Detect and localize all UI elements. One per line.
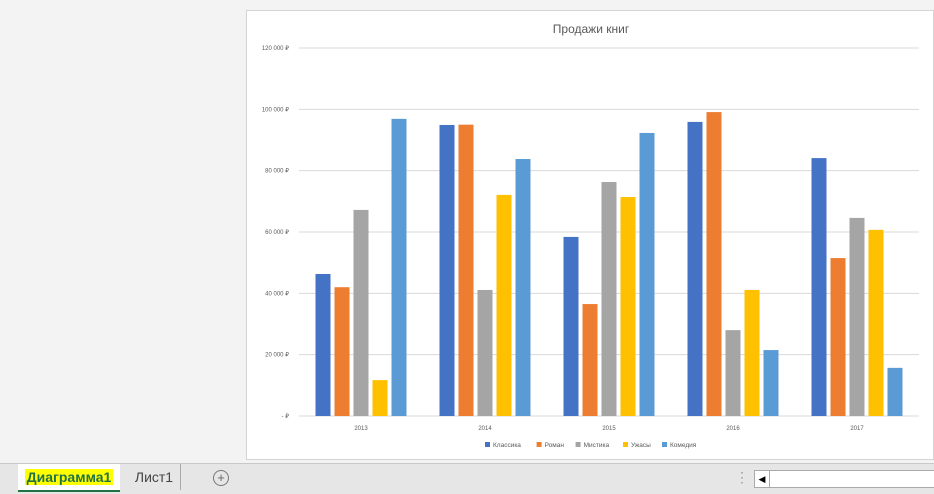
bar-Ужасы-2013 bbox=[372, 380, 388, 416]
y-tick-label: 60 000 ₽ bbox=[265, 229, 289, 236]
legend-label: Классика bbox=[493, 442, 521, 449]
legend-swatch bbox=[575, 442, 581, 447]
bar-Комедия-2015 bbox=[639, 132, 655, 416]
tab-diagramma1[interactable]: Диаграмма1 bbox=[18, 464, 120, 492]
x-tick-label: 2017 bbox=[850, 426, 864, 432]
bar-Мистика-2016 bbox=[725, 330, 741, 416]
bar-Роман-2014 bbox=[458, 124, 474, 417]
chart[interactable]: Продажи книг - ₽ 20 000 ₽ 40 000 ₽ 60 000 ₽ 8… bbox=[246, 10, 934, 460]
bar-Мистика-2015 bbox=[601, 182, 617, 416]
y-tick-label: 40 000 ₽ bbox=[265, 290, 289, 297]
legend-swatch bbox=[662, 442, 667, 447]
bar-Классика-2016 bbox=[687, 121, 703, 416]
bar-Ужасы-2015 bbox=[620, 197, 636, 416]
y-tick-label: 80 000 ₽ bbox=[265, 168, 289, 175]
bar-Ужасы-2017 bbox=[868, 229, 884, 416]
sheet-tab-bar: Диаграмма1 Лист1 + ⋮ ◀ bbox=[0, 463, 934, 494]
x-tick-label: 2016 bbox=[726, 426, 740, 432]
bar-Комедия-2016 bbox=[763, 350, 779, 416]
bar-Ужасы-2014 bbox=[496, 194, 512, 416]
bar-Роман-2015 bbox=[582, 304, 598, 416]
bar-Роман-2016 bbox=[706, 112, 722, 417]
bar-Комедия-2013 bbox=[391, 118, 407, 416]
bar-Роман-2013 bbox=[334, 287, 350, 416]
x-tick-label: 2013 bbox=[354, 426, 368, 432]
y-tick-label: 20 000 ₽ bbox=[265, 352, 289, 359]
legend-swatch bbox=[536, 442, 542, 447]
y-tick-label: 100 000 ₽ bbox=[262, 106, 289, 113]
bar-Классика-2013 bbox=[315, 274, 331, 416]
splitter-handle[interactable]: ⋮ bbox=[735, 469, 749, 486]
horizontal-scrollbar[interactable]: ◀ bbox=[754, 470, 934, 488]
add-sheet-button[interactable]: + bbox=[213, 470, 229, 486]
bar-Классика-2015 bbox=[563, 236, 579, 416]
bar-Комедия-2017 bbox=[887, 367, 903, 416]
bar-Мистика-2013 bbox=[353, 209, 369, 416]
chart-svg: Продажи книг - ₽ 20 000 ₽ 40 000 ₽ 60 000 ₽ 8… bbox=[262, 22, 919, 449]
legend-label: Ужасы bbox=[631, 442, 651, 449]
bar-Комедия-2014 bbox=[515, 159, 531, 416]
legend-label: Комедия bbox=[670, 442, 697, 449]
chart-title: Продажи книг bbox=[553, 22, 630, 36]
legend-label: Мистика bbox=[584, 442, 610, 449]
bar-Мистика-2014 bbox=[477, 289, 493, 416]
tab-label: Диаграмма1 bbox=[24, 469, 114, 485]
y-tick-label: 120 000 ₽ bbox=[262, 45, 289, 52]
bar-Классика-2017 bbox=[811, 158, 827, 417]
bar-Классика-2014 bbox=[439, 124, 455, 417]
bar-Ужасы-2016 bbox=[744, 289, 760, 416]
tab-list1[interactable]: Лист1 bbox=[128, 464, 181, 490]
legend-label: Роман bbox=[545, 442, 565, 449]
legend-swatch bbox=[623, 442, 628, 447]
legend-swatch bbox=[485, 442, 490, 447]
bar-Мистика-2017 bbox=[849, 217, 865, 416]
y-tick-label: - ₽ bbox=[282, 413, 290, 420]
scroll-left-arrow[interactable]: ◀ bbox=[755, 471, 770, 487]
x-tick-label: 2015 bbox=[602, 426, 616, 432]
x-tick-label: 2014 bbox=[478, 426, 492, 432]
bar-Роман-2017 bbox=[830, 258, 846, 416]
